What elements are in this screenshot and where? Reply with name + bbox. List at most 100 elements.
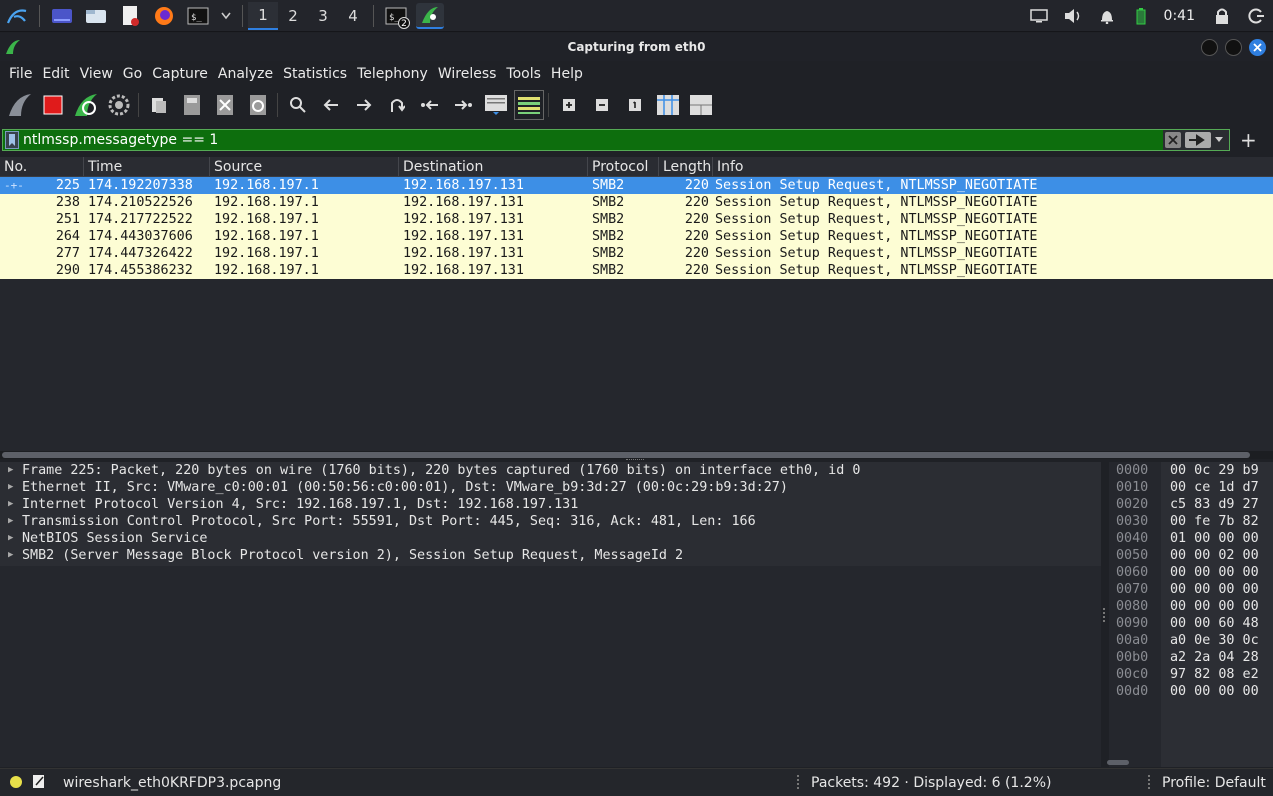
detail-row-tcp[interactable]: ▶ Transmission Control Protocol, Src Port… — [0, 513, 1101, 530]
detail-row-smb2[interactable]: ▶ SMB2 (Server Message Block Protocol ver… — [0, 547, 1101, 564]
last-packet-button[interactable] — [448, 90, 478, 120]
auto-scroll-button[interactable] — [481, 90, 511, 120]
menu-go[interactable]: Go — [118, 66, 147, 82]
comment-edit-icon[interactable] — [32, 774, 46, 794]
expand-arrow-icon[interactable]: ▶ — [0, 462, 22, 479]
menu-edit[interactable]: Edit — [37, 66, 74, 82]
packet-row[interactable]: 238 174.210522526 192.168.197.1 192.168.… — [0, 194, 1273, 211]
first-packet-button[interactable] — [415, 90, 445, 120]
maximize-button[interactable] — [1225, 39, 1242, 56]
add-filter-button[interactable]: + — [1240, 130, 1257, 150]
clear-filter-button[interactable] — [1165, 132, 1181, 148]
normal-size-button[interactable] — [620, 90, 650, 120]
bytes-row: 0020 c5 83 d9 27 — [1109, 496, 1273, 513]
filter-bookmark-button[interactable] — [5, 131, 19, 149]
open-file-button[interactable] — [144, 90, 174, 120]
column-header-source[interactable]: Source — [210, 157, 399, 176]
notification-bell-icon[interactable] — [1092, 2, 1122, 30]
go-forward-button[interactable] — [349, 90, 379, 120]
vertical-splitter[interactable] — [1101, 462, 1109, 767]
menu-tools[interactable]: Tools — [501, 66, 546, 82]
save-file-button[interactable] — [177, 90, 207, 120]
column-header-length[interactable]: Length — [659, 157, 713, 176]
column-header-protocol[interactable]: Protocol — [588, 157, 659, 176]
detail-row-frame[interactable]: ▶ Frame 225: Packet, 220 bytes on wire (1… — [0, 462, 1101, 479]
packet-row[interactable]: 264 174.443037606 192.168.197.1 192.168.… — [0, 228, 1273, 245]
firefox-icon[interactable] — [150, 3, 178, 29]
file-manager-icon[interactable] — [82, 3, 110, 29]
bytes-row: 00a0 a0 0e 30 0c — [1109, 632, 1273, 649]
display-filter-bar: + — [2, 129, 1268, 151]
colorize-button[interactable] — [513, 90, 544, 120]
detail-row-ip[interactable]: ▶ Internet Protocol Version 4, Src: 192.1… — [0, 496, 1101, 513]
close-button[interactable] — [1249, 39, 1266, 56]
minimize-button[interactable] — [1201, 39, 1218, 56]
terminal-icon[interactable]: $_ — [184, 3, 212, 29]
profile-selector[interactable]: Profile: Default — [1162, 775, 1266, 791]
filter-history-dropdown[interactable] — [1211, 137, 1227, 143]
display-filter-input[interactable] — [19, 130, 1159, 150]
bytes-hscrollbar[interactable] — [1107, 760, 1129, 765]
battery-icon — [1126, 2, 1156, 30]
menu-analyze[interactable]: Analyze — [213, 66, 278, 82]
zoom-out-button[interactable] — [587, 90, 617, 120]
packet-no: -+- 225 — [4, 178, 80, 193]
find-packet-button[interactable] — [283, 90, 313, 120]
menu-view[interactable]: View — [75, 66, 118, 82]
start-capture-button[interactable] — [5, 90, 35, 120]
workspace-4[interactable]: 4 — [338, 2, 368, 30]
terminal-window-icon[interactable]: $_ 2 — [382, 3, 410, 29]
workspace-3[interactable]: 3 — [308, 2, 338, 30]
workspace-2[interactable]: 2 — [278, 2, 308, 30]
menu-capture[interactable]: Capture — [147, 66, 213, 82]
detail-row-netbios[interactable]: ▶ NetBIOS Session Service — [0, 530, 1101, 547]
packet-list-hscrollbar[interactable] — [0, 451, 1273, 459]
column-header-no[interactable]: No. — [0, 157, 84, 176]
menu-wireless[interactable]: Wireless — [433, 66, 502, 82]
expand-arrow-icon[interactable]: ▶ — [0, 479, 22, 496]
go-back-button[interactable] — [316, 90, 346, 120]
stop-capture-button[interactable] — [38, 90, 68, 120]
menu-file[interactable]: File — [4, 66, 37, 82]
column-header-destination[interactable]: Destination — [399, 157, 588, 176]
restart-icon — [74, 94, 97, 116]
detail-row-ethernet[interactable]: ▶ Ethernet II, Src: VMware_c0:00:01 (00:5… — [0, 479, 1101, 496]
packet-row[interactable]: 251 174.217722522 192.168.197.1 192.168.… — [0, 211, 1273, 228]
kali-menu-icon[interactable] — [3, 3, 31, 29]
column-header-time[interactable]: Time — [84, 157, 210, 176]
packet-row[interactable]: -+- 225 174.192207338 192.168.197.1 192.1… — [0, 177, 1273, 194]
layout-button[interactable] — [686, 90, 716, 120]
resize-columns-button[interactable] — [653, 90, 683, 120]
text-editor-icon[interactable] — [116, 3, 144, 29]
go-to-packet-button[interactable] — [382, 90, 412, 120]
restart-capture-button[interactable] — [71, 90, 101, 120]
workspace-1[interactable]: 1 — [248, 1, 278, 30]
capture-status-icon[interactable] — [9, 775, 23, 793]
expand-arrow-icon[interactable]: ▶ — [0, 547, 22, 564]
expand-arrow-icon[interactable]: ▶ — [0, 513, 22, 530]
desktop-icon[interactable] — [48, 3, 76, 29]
packet-no: 277 — [55, 246, 80, 261]
packet-length: 220 — [684, 178, 709, 193]
menu-statistics[interactable]: Statistics — [278, 66, 352, 82]
packet-row[interactable]: 290 174.455386232 192.168.197.1 192.168.… — [0, 262, 1273, 279]
details-tree: ▶ Frame 225: Packet, 220 bytes on wire (1… — [0, 462, 1101, 566]
menu-help[interactable]: Help — [546, 66, 588, 82]
column-header-info[interactable]: Info — [713, 157, 1273, 176]
packet-row[interactable]: 277 174.447326422 192.168.197.1 192.168.… — [0, 245, 1273, 262]
scrollbar-thumb[interactable] — [2, 452, 1250, 458]
volume-icon[interactable] — [1058, 2, 1088, 30]
display-icon[interactable] — [1024, 2, 1054, 30]
expand-arrow-icon[interactable]: ▶ — [0, 496, 22, 513]
logout-icon[interactable] — [1241, 2, 1271, 30]
wireshark-window-icon[interactable] — [416, 2, 444, 29]
close-file-button[interactable] — [210, 90, 240, 120]
capture-options-button[interactable] — [104, 90, 134, 120]
apply-filter-button[interactable] — [1185, 132, 1211, 148]
reload-file-button[interactable] — [243, 90, 273, 120]
menu-telephony[interactable]: Telephony — [352, 66, 433, 82]
lock-icon[interactable] — [1207, 2, 1237, 30]
chevron-down-icon[interactable] — [218, 3, 234, 29]
zoom-in-button[interactable] — [554, 90, 584, 120]
expand-arrow-icon[interactable]: ▶ — [0, 530, 22, 547]
